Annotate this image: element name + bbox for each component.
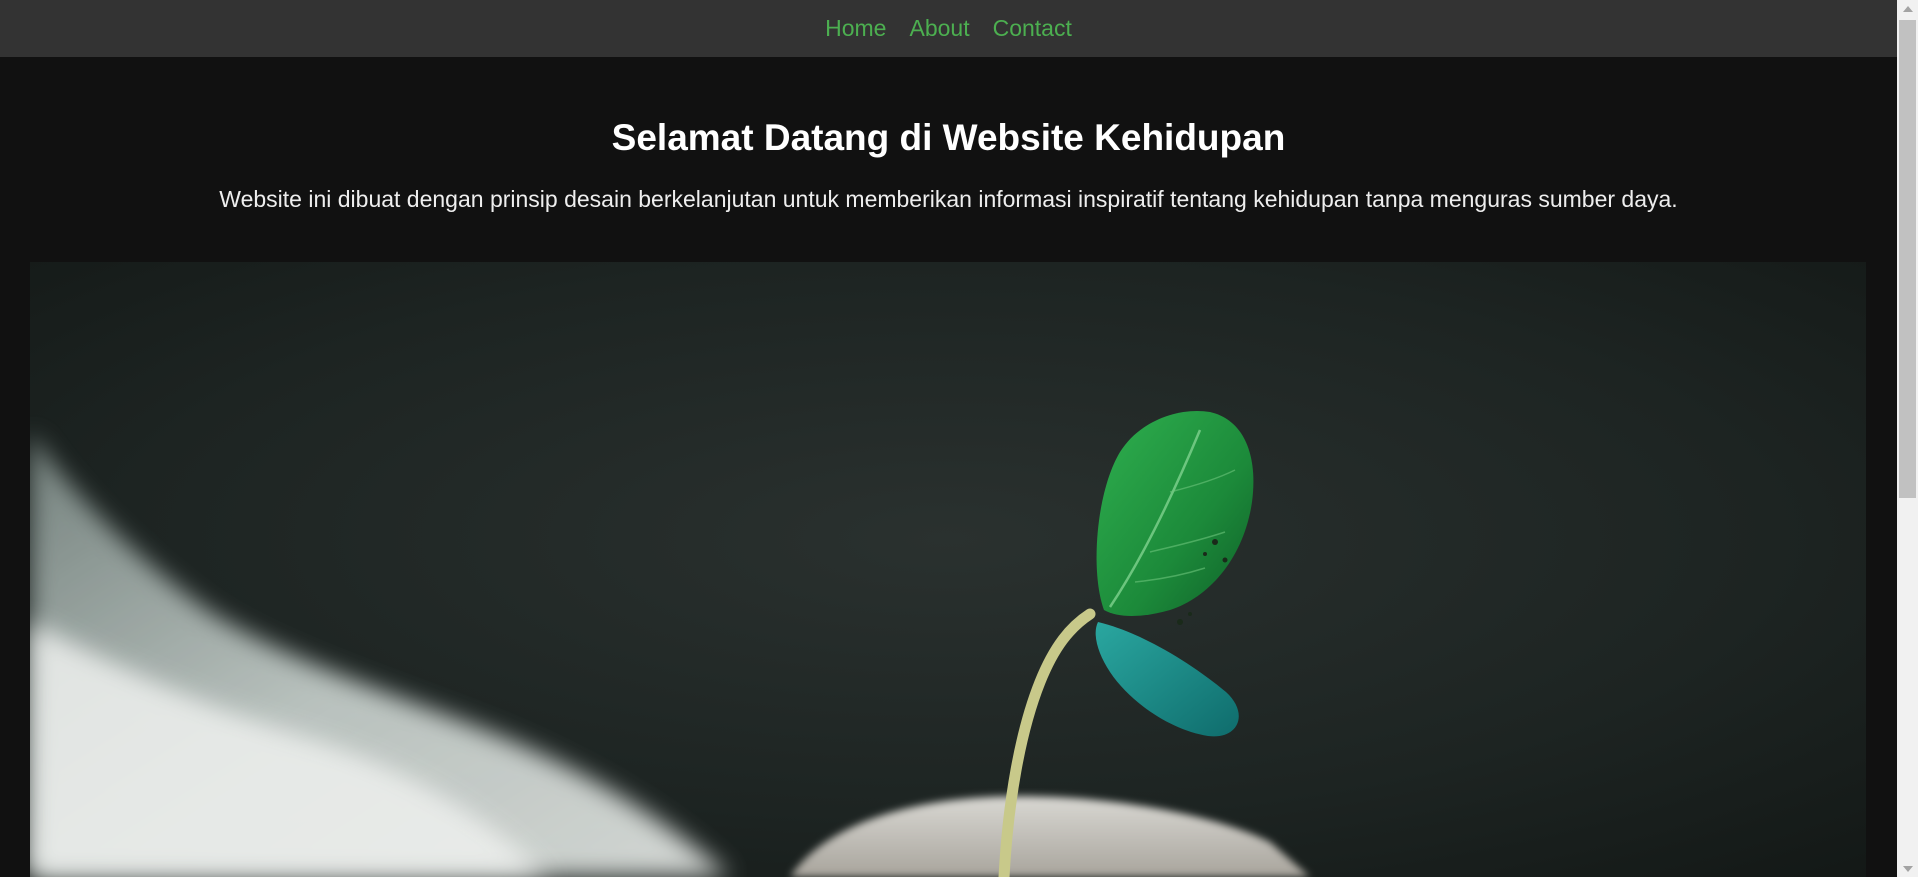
intro-paragraph: Website ini dibuat dengan prinsip desain… <box>219 185 1678 212</box>
page-title: Selamat Datang di Website Kehidupan <box>611 117 1286 158</box>
nav-link-contact[interactable]: Contact <box>993 17 1072 40</box>
scroll-up-arrow-icon[interactable] <box>1897 0 1918 17</box>
seedling-illustration <box>30 262 1866 877</box>
page: Home About Contact Selamat Datang di Web… <box>0 0 1918 877</box>
hero-image-seedling <box>30 262 1866 877</box>
top-navigation: Home About Contact <box>0 0 1897 57</box>
nav-link-home[interactable]: Home <box>825 17 886 40</box>
nav-link-about[interactable]: About <box>909 17 969 40</box>
scroll-down-arrow-icon[interactable] <box>1897 860 1918 877</box>
scrollbar-thumb[interactable] <box>1899 20 1916 498</box>
vertical-scrollbar[interactable] <box>1897 0 1918 877</box>
hero-section: Selamat Datang di Website Kehidupan Webs… <box>0 117 1897 213</box>
browser-viewport: Home About Contact Selamat Datang di Web… <box>0 0 1897 877</box>
